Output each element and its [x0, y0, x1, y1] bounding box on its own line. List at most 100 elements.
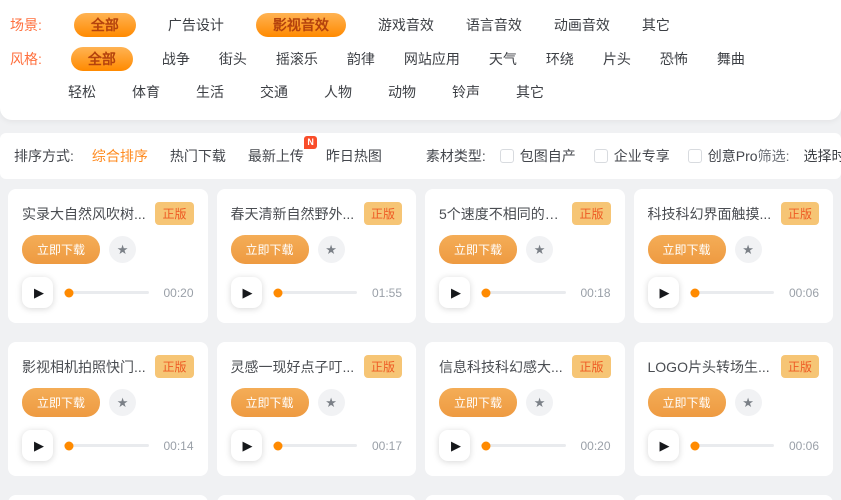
checkbox-icon[interactable]: [594, 149, 608, 163]
favorite-button[interactable]: ★: [109, 236, 136, 263]
style-filter-item[interactable]: 交通: [260, 81, 288, 103]
style-filter-item[interactable]: 片头: [603, 48, 631, 70]
style-filter-item[interactable]: 动物: [388, 81, 416, 103]
progress-handle[interactable]: [690, 288, 699, 297]
material-type-option[interactable]: 包图自产: [500, 146, 576, 166]
scene-filter-label: 场景:: [10, 15, 42, 35]
download-button[interactable]: 立即下载: [231, 235, 309, 264]
style-filter-item[interactable]: 舞曲: [717, 48, 745, 70]
style-filter-item[interactable]: 全部: [71, 47, 133, 71]
play-button[interactable]: ▶: [22, 430, 53, 461]
sort-option[interactable]: 热门下载: [170, 146, 226, 166]
download-button[interactable]: 立即下载: [22, 235, 100, 264]
progress-handle[interactable]: [690, 441, 699, 450]
favorite-button[interactable]: ★: [735, 236, 762, 263]
play-button[interactable]: ▶: [22, 277, 53, 308]
play-button[interactable]: ▶: [439, 277, 470, 308]
progress-bar[interactable]: [481, 444, 566, 447]
progress-handle[interactable]: [65, 441, 74, 450]
progress-handle[interactable]: [482, 288, 491, 297]
scene-filter-item[interactable]: 全部: [74, 13, 136, 37]
audio-title[interactable]: 信息科技科幻感大...: [439, 357, 564, 377]
style-filter-item[interactable]: 战争: [162, 48, 190, 70]
favorite-button[interactable]: ★: [526, 389, 553, 416]
audio-title[interactable]: 春天清新自然野外...: [231, 204, 356, 224]
audio-title[interactable]: 影视相机拍照快门...: [22, 357, 147, 377]
favorite-button[interactable]: ★: [526, 236, 553, 263]
duration-label: 00:20: [160, 286, 194, 300]
scene-filter-item[interactable]: 其它: [642, 14, 670, 36]
duration-select[interactable]: 选择时长 ∨: [803, 146, 841, 166]
progress-bar[interactable]: [64, 444, 149, 447]
download-button[interactable]: 立即下载: [648, 388, 726, 417]
sort-option[interactable]: 最新上传N: [248, 146, 304, 166]
download-button[interactable]: 立即下载: [22, 388, 100, 417]
play-button[interactable]: ▶: [231, 430, 262, 461]
play-icon: ▶: [34, 438, 44, 454]
scene-filter-item[interactable]: 广告设计: [168, 14, 224, 36]
material-type-option[interactable]: 企业专享: [594, 146, 670, 166]
download-button[interactable]: 立即下载: [231, 388, 309, 417]
download-button[interactable]: 立即下载: [439, 388, 517, 417]
style-filter-item[interactable]: 生活: [196, 81, 224, 103]
style-filter-item[interactable]: 环绕: [546, 48, 574, 70]
audio-card: 综艺节目人群欢呼... 正版 立即下载 ★ ▶ 00:11: [217, 495, 417, 500]
download-button[interactable]: 立即下载: [648, 235, 726, 264]
checkbox-icon[interactable]: [688, 149, 702, 163]
license-badge: 正版: [781, 202, 819, 225]
progress-bar[interactable]: [690, 444, 775, 447]
progress-bar[interactable]: [481, 291, 566, 294]
style-filter-row: 风格: 全部 战争 街头 摇滚乐 韵律 网站应用 天气 环绕 片头 恐怖 舞曲: [10, 42, 831, 76]
play-button[interactable]: ▶: [648, 430, 679, 461]
play-button[interactable]: ▶: [439, 430, 470, 461]
card-actions: 立即下载 ★: [439, 235, 611, 264]
progress-handle[interactable]: [273, 288, 282, 297]
scene-filter-item[interactable]: 语言音效: [466, 14, 522, 36]
play-button[interactable]: ▶: [648, 277, 679, 308]
duration-label: 00:06: [785, 286, 819, 300]
filter-panel: 场景: 全部 广告设计 影视音效 游戏音效 语言音效 动画音效 其它 风格: 全…: [0, 0, 841, 120]
progress-bar[interactable]: [690, 291, 775, 294]
sort-option[interactable]: 综合排序: [92, 146, 148, 166]
sort-option[interactable]: 昨日热图: [326, 146, 382, 166]
style-filter-item[interactable]: 街头: [219, 48, 247, 70]
audio-title[interactable]: LOGO片头转场生...: [648, 357, 773, 377]
style-filter-item[interactable]: 摇滚乐: [276, 48, 318, 70]
favorite-button[interactable]: ★: [735, 389, 762, 416]
favorite-button[interactable]: ★: [318, 389, 345, 416]
audio-cards-grid: 实录大自然风吹树... 正版 立即下载 ★ ▶ 00:20 春天清新自然野外..…: [0, 179, 841, 500]
progress-handle[interactable]: [65, 288, 74, 297]
duration-label: 00:18: [577, 286, 611, 300]
style-filter-item[interactable]: 恐怖: [660, 48, 688, 70]
style-filter-item[interactable]: 人物: [324, 81, 352, 103]
download-button[interactable]: 立即下载: [439, 235, 517, 264]
checkbox-icon[interactable]: [500, 149, 514, 163]
style-filter-item[interactable]: 其它: [516, 81, 544, 103]
audio-title[interactable]: 灵感一现好点子叮...: [231, 357, 356, 377]
material-type-option[interactable]: 创意Pro: [688, 146, 758, 166]
card-header: 实录大自然风吹树... 正版: [22, 202, 194, 225]
progress-bar[interactable]: [273, 291, 358, 294]
card-actions: 立即下载 ★: [439, 388, 611, 417]
play-button[interactable]: ▶: [231, 277, 262, 308]
scene-filter-item[interactable]: 影视音效: [256, 13, 346, 37]
audio-title[interactable]: 科技科幻界面触摸...: [648, 204, 773, 224]
progress-handle[interactable]: [482, 441, 491, 450]
favorite-button[interactable]: ★: [109, 389, 136, 416]
audio-title[interactable]: 5个速度不相同的字...: [439, 204, 564, 224]
play-icon: ▶: [660, 438, 670, 454]
scene-filter-item[interactable]: 游戏音效: [378, 14, 434, 36]
favorite-button[interactable]: ★: [318, 236, 345, 263]
style-filter-item[interactable]: 天气: [489, 48, 517, 70]
filter-select-label: 筛选:: [758, 146, 790, 166]
progress-handle[interactable]: [273, 441, 282, 450]
style-filter-item[interactable]: 轻松: [68, 81, 96, 103]
scene-filter-item[interactable]: 动画音效: [554, 14, 610, 36]
audio-title[interactable]: 实录大自然风吹树...: [22, 204, 147, 224]
style-filter-item[interactable]: 体育: [132, 81, 160, 103]
style-filter-item[interactable]: 网站应用: [404, 48, 460, 70]
progress-bar[interactable]: [64, 291, 149, 294]
progress-bar[interactable]: [273, 444, 358, 447]
style-filter-item[interactable]: 铃声: [452, 81, 480, 103]
style-filter-item[interactable]: 韵律: [347, 48, 375, 70]
